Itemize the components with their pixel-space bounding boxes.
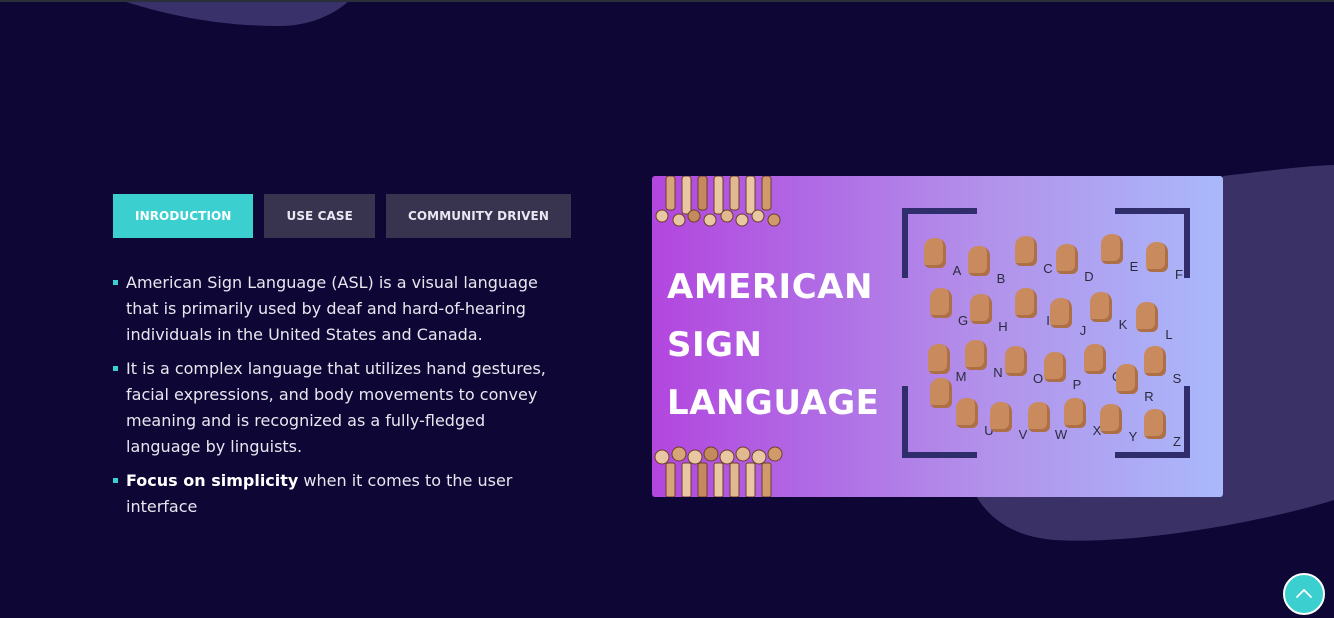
list-item: American Sign Language (ASL) is a visual…: [113, 270, 563, 348]
sign-hand-icon: [1136, 302, 1158, 332]
banner-title-line: LANGUAGE: [667, 383, 880, 423]
alphabet-letter: E: [1101, 234, 1145, 276]
alphabet-letter: Z: [1144, 409, 1188, 451]
tab-use-case[interactable]: USE CASE: [264, 194, 375, 238]
alphabet-letter-label: D: [1084, 269, 1094, 284]
alphabet-letter: D: [1056, 244, 1100, 286]
alphabet-letter: P: [1044, 352, 1088, 394]
list-item: It is a complex language that utilizes h…: [113, 356, 563, 460]
bullet-emphasis: Focus on simplicity: [126, 471, 299, 490]
alphabet-letter-label: P: [1072, 377, 1082, 392]
alphabet-letter-label: Z: [1173, 434, 1181, 449]
raised-hands-illustration: [654, 446, 783, 497]
alphabet-letter: A: [924, 238, 968, 280]
banner-title-line: AMERICAN: [667, 267, 873, 307]
bullet-square-icon: [113, 366, 118, 371]
sign-hand-icon: [1050, 298, 1072, 328]
sign-hand-icon: [1064, 398, 1086, 428]
alphabet-letter: S: [1144, 346, 1188, 388]
alphabet-letter-label: B: [996, 271, 1006, 286]
alphabet-letter-label: K: [1118, 317, 1128, 332]
scroll-to-top-button[interactable]: [1283, 573, 1325, 615]
sign-hand-icon: [1090, 292, 1112, 322]
sign-hand-icon: [1015, 236, 1037, 266]
raised-hands-illustration: [655, 176, 781, 227]
sign-hand-icon: [930, 378, 952, 408]
chevron-up-icon: [1296, 589, 1312, 598]
bullet-square-icon: [113, 280, 118, 285]
alphabet-letter-label: H: [998, 319, 1008, 334]
alphabet-letter: K: [1090, 292, 1134, 334]
alphabet-letter-label: E: [1129, 259, 1139, 274]
sign-hand-icon: [930, 288, 952, 318]
sign-hand-icon: [1084, 344, 1106, 374]
banner-title: AMERICAN SIGN LANGUAGE: [667, 258, 880, 432]
alphabet-letter: F: [1146, 242, 1190, 284]
sign-hand-icon: [1100, 404, 1122, 434]
alphabet-letter-label: C: [1043, 261, 1053, 276]
sign-hand-icon: [1116, 364, 1138, 394]
alphabet-letter-label: F: [1175, 267, 1183, 282]
bullet-text: It is a complex language that utilizes h…: [126, 359, 546, 456]
alphabet-letter: Y: [1100, 404, 1144, 446]
sign-hand-icon: [1028, 402, 1050, 432]
bullet-square-icon: [113, 478, 118, 483]
tab-community-driven[interactable]: COMMUNITY DRIVEN: [385, 194, 571, 238]
bullet-text: American Sign Language (ASL) is a visual…: [126, 273, 538, 344]
sign-hand-icon: [1146, 242, 1168, 272]
alphabet-letter: B: [968, 246, 1012, 288]
asl-banner-image: AMERICAN SIGN LANGUAGE ABCDEFGHIJK L M N…: [652, 176, 1223, 497]
alphabet-letter-label: N: [993, 365, 1003, 380]
alphabet-letter-label: M: [955, 369, 967, 384]
alphabet-letter: R: [1116, 364, 1160, 406]
alphabet-letter-label: G: [957, 313, 969, 328]
sign-hand-icon: [970, 294, 992, 324]
alphabet-letter-label: S: [1172, 371, 1182, 386]
sign-hand-icon: [1044, 352, 1066, 382]
alphabet-letter: J: [1050, 298, 1094, 340]
sign-hand-icon: [1005, 346, 1027, 376]
alphabet-letter-label: V: [1018, 427, 1028, 442]
alphabet-letter-label: R: [1144, 389, 1154, 404]
alphabet-letter-label: A: [952, 263, 962, 278]
sign-hand-icon: [968, 246, 990, 276]
alphabet-letter: H: [970, 294, 1014, 336]
sign-hand-icon: [1015, 288, 1037, 318]
sign-hand-icon: [956, 398, 978, 428]
top-blob-shape: [120, 0, 350, 26]
banner-title-line: SIGN: [667, 325, 763, 365]
list-item: Focus on simplicity when it comes to the…: [113, 468, 563, 520]
sign-hand-icon: [1101, 234, 1123, 264]
alphabet-letter-label: L: [1165, 327, 1173, 342]
tab-introduction[interactable]: INRODUCTION: [113, 194, 254, 238]
sign-hand-icon: [928, 344, 950, 374]
tab-bar: INRODUCTION USE CASE COMMUNITY DRIVEN: [113, 194, 571, 238]
alphabet-letter-label: O: [1032, 371, 1044, 386]
alphabet-letter: W: [1028, 402, 1072, 444]
alphabet-letter: L: [1136, 302, 1180, 344]
sign-hand-icon: [990, 402, 1012, 432]
sign-hand-icon: [1144, 409, 1166, 439]
asl-alphabet-chart: ABCDEFGHIJKLMNOPQRSTUVWXYZ: [902, 208, 1190, 458]
sign-hand-icon: [1144, 346, 1166, 376]
alphabet-letter: M: [928, 344, 972, 386]
sign-hand-icon: [1056, 244, 1078, 274]
sign-hand-icon: [924, 238, 946, 268]
sign-hand-icon: [965, 340, 987, 370]
top-border: [0, 0, 1334, 2]
intro-bullet-list: American Sign Language (ASL) is a visual…: [113, 270, 563, 528]
alphabet-letter-label: J: [1079, 323, 1087, 338]
alphabet-letter-label: W: [1054, 427, 1068, 442]
alphabet-letter-label: Y: [1128, 429, 1138, 444]
